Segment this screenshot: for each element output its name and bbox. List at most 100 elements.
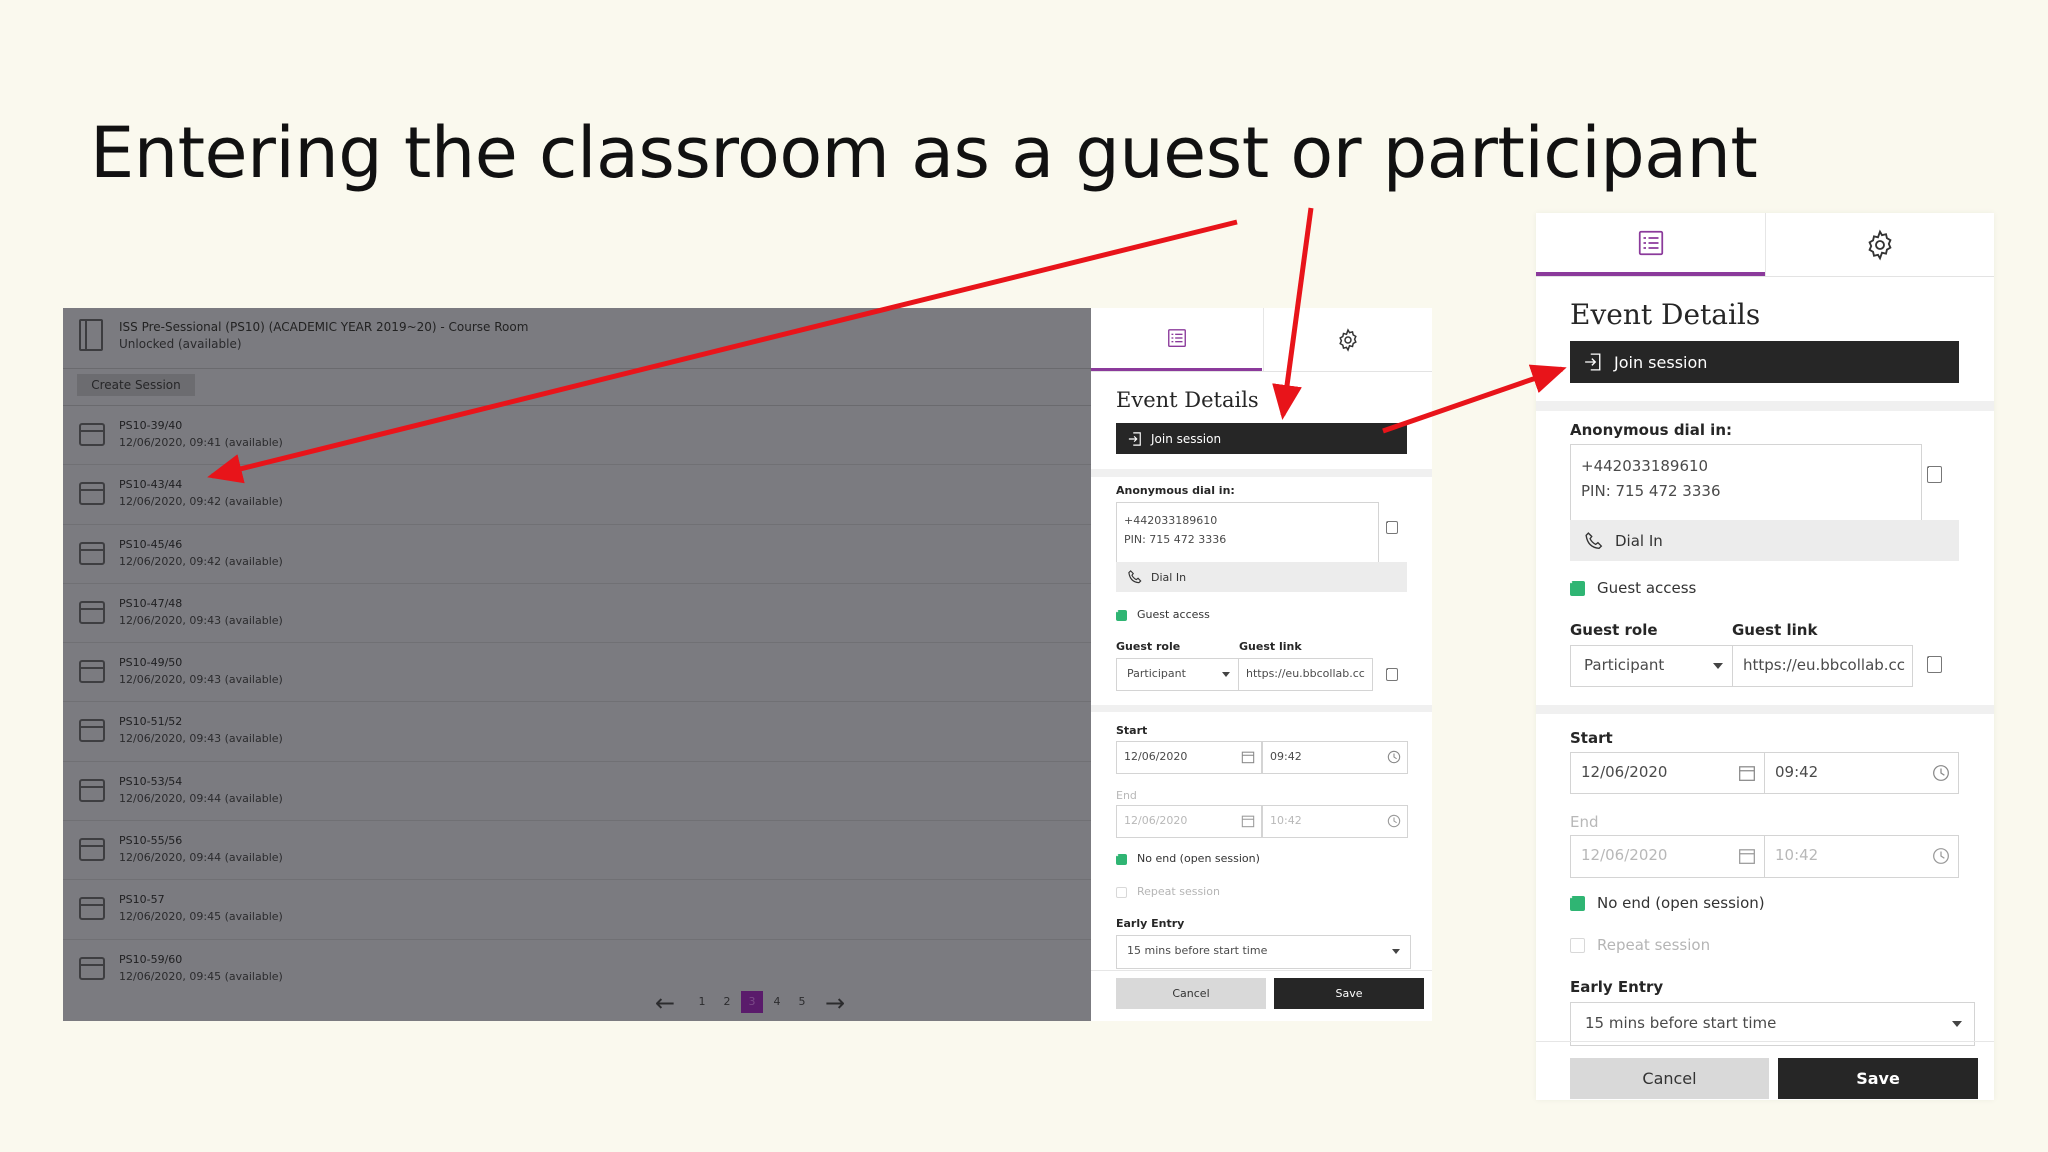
join-session-label: Join session — [1151, 431, 1222, 446]
page-2[interactable]: 2 — [716, 991, 738, 1013]
session-row[interactable]: PS10-47/48 12/06/2020, 09:43 (available) — [63, 584, 1092, 644]
start-date-field[interactable]: 12/06/2020 — [1570, 752, 1765, 794]
end-label: End — [1570, 813, 1599, 831]
join-session-label: Join session — [1614, 352, 1708, 372]
session-row[interactable]: PS10-53/54 12/06/2020, 09:44 (available) — [63, 762, 1092, 822]
guest-access-checkbox[interactable] — [1116, 610, 1127, 621]
guest-link-field[interactable]: https://eu.bbcollab.cc — [1238, 658, 1373, 691]
calendar-icon — [79, 541, 105, 565]
save-button[interactable]: Save — [1778, 1058, 1978, 1099]
guest-access-checkbox[interactable] — [1570, 581, 1585, 596]
guest-role-select[interactable]: Participant — [1116, 658, 1241, 691]
calendar-icon — [79, 838, 105, 862]
event-details-panel-zoomed: Event Details Join session Anonymous dia… — [1536, 213, 1994, 1100]
copy-icon[interactable] — [1927, 656, 1942, 673]
start-time-field[interactable]: 09:42 — [1262, 741, 1408, 774]
guest-link-field[interactable]: https://eu.bbcollab.cc — [1732, 645, 1913, 687]
dial-in-label: Anonymous dial in: — [1116, 484, 1235, 497]
divider — [1091, 469, 1432, 477]
dial-in-button[interactable]: Dial In — [1116, 562, 1407, 592]
copy-icon[interactable] — [1927, 466, 1942, 483]
cancel-button[interactable]: Cancel — [1570, 1058, 1769, 1099]
no-end-label: No end (open session) — [1597, 894, 1765, 912]
end-time-value: 10:42 — [1270, 814, 1302, 827]
list-icon — [1638, 230, 1663, 255]
session-name: PS10-51/52 — [119, 715, 183, 729]
create-session-button[interactable]: Create Session — [77, 374, 195, 396]
tab-details[interactable] — [1091, 308, 1262, 371]
slide-title: Entering the classroom as a guest or par… — [90, 112, 1758, 194]
next-page-arrow-icon[interactable]: → — [825, 989, 845, 1017]
no-end-checkbox[interactable] — [1116, 854, 1127, 865]
gear-icon — [1339, 327, 1357, 352]
session-row[interactable]: PS10-57 12/06/2020, 09:45 (available) — [63, 880, 1092, 940]
page-3-current[interactable]: 3 — [741, 991, 763, 1013]
cancel-button[interactable]: Cancel — [1116, 978, 1266, 1009]
session-datetime: 12/06/2020, 09:43 (available) — [119, 673, 283, 687]
dial-in-number: +442033189610 — [1581, 457, 1709, 475]
join-session-button[interactable]: Join session — [1116, 423, 1407, 454]
page-1[interactable]: 1 — [691, 991, 713, 1013]
session-row[interactable]: PS10-39/40 12/06/2020, 09:41 (available) — [63, 406, 1092, 466]
session-datetime: 12/06/2020, 09:45 (available) — [119, 910, 283, 924]
tab-settings[interactable] — [1263, 308, 1432, 371]
session-name: PS10-47/48 — [119, 596, 183, 610]
phone-icon — [1128, 570, 1142, 584]
guest-role-select[interactable]: Participant — [1570, 645, 1736, 687]
page-5[interactable]: 5 — [791, 991, 813, 1013]
session-datetime: 12/06/2020, 09:45 (available) — [119, 969, 283, 983]
calendar-icon — [79, 956, 105, 980]
tab-details[interactable] — [1536, 213, 1765, 276]
calendar-icon — [79, 423, 105, 446]
session-datetime: 12/06/2020, 09:42 (available) — [119, 495, 283, 509]
end-date-field: 12/06/2020 — [1570, 835, 1765, 878]
early-entry-select[interactable]: 15 mins before start time — [1116, 935, 1411, 969]
dial-in-button-label: Dial In — [1615, 531, 1663, 550]
session-row[interactable]: PS10-49/50 12/06/2020, 09:43 (available) — [63, 643, 1092, 703]
clock-icon — [1387, 814, 1401, 828]
end-time-value: 10:42 — [1775, 846, 1819, 864]
session-row[interactable]: PS10-45/46 12/06/2020, 09:42 (available) — [63, 525, 1092, 584]
guest-role-value: Participant — [1584, 656, 1665, 674]
start-time-value: 09:42 — [1270, 750, 1302, 763]
no-end-checkbox[interactable] — [1570, 896, 1585, 911]
start-time-field[interactable]: 09:42 — [1764, 752, 1959, 794]
panel-tabs — [1091, 308, 1432, 372]
course-room-icon — [79, 319, 103, 351]
early-entry-select[interactable]: 15 mins before start time — [1570, 1002, 1975, 1046]
session-row[interactable]: PS10-51/52 12/06/2020, 09:43 (available) — [63, 702, 1092, 762]
calendar-icon — [1241, 751, 1255, 764]
session-name: PS10-39/40 — [119, 419, 183, 432]
divider — [1091, 705, 1432, 712]
no-end-label: No end (open session) — [1137, 852, 1260, 865]
repeat-session-label: Repeat session — [1597, 936, 1711, 954]
dial-in-button[interactable]: Dial In — [1570, 520, 1959, 561]
calendar-icon — [79, 778, 105, 802]
event-details-heading: Event Details — [1116, 388, 1259, 412]
tab-settings[interactable] — [1765, 213, 1994, 276]
prev-page-arrow-icon[interactable]: ← — [655, 989, 675, 1017]
start-label: Start — [1570, 729, 1613, 747]
copy-icon[interactable] — [1386, 521, 1398, 534]
repeat-session-checkbox[interactable] — [1116, 887, 1127, 898]
session-datetime: 12/06/2020, 09:44 (available) — [119, 791, 283, 805]
session-datetime: 12/06/2020, 09:42 (available) — [119, 554, 283, 568]
divider — [1091, 970, 1432, 971]
guest-role-label: Guest role — [1116, 640, 1181, 653]
early-entry-label: Early Entry — [1116, 917, 1185, 930]
start-date-field[interactable]: 12/06/2020 — [1116, 741, 1262, 774]
session-name: PS10-43/44 — [119, 478, 183, 492]
copy-icon[interactable] — [1386, 668, 1398, 681]
session-row[interactable]: PS10-43/44 12/06/2020, 09:42 (available) — [63, 465, 1092, 525]
repeat-session-checkbox[interactable] — [1570, 938, 1585, 953]
session-datetime: 12/06/2020, 09:41 (available) — [119, 436, 283, 449]
page-4[interactable]: 4 — [766, 991, 788, 1013]
chevron-down-icon — [1952, 1021, 1962, 1027]
course-room-status: Unlocked (available) — [119, 337, 242, 351]
session-row[interactable]: PS10-55/56 12/06/2020, 09:44 (available) — [63, 821, 1092, 881]
save-button[interactable]: Save — [1274, 978, 1424, 1009]
calendar-icon — [79, 719, 105, 743]
join-session-button[interactable]: Join session — [1570, 341, 1959, 383]
dial-in-label: Anonymous dial in: — [1570, 421, 1732, 439]
guest-link-label: Guest link — [1239, 640, 1302, 653]
